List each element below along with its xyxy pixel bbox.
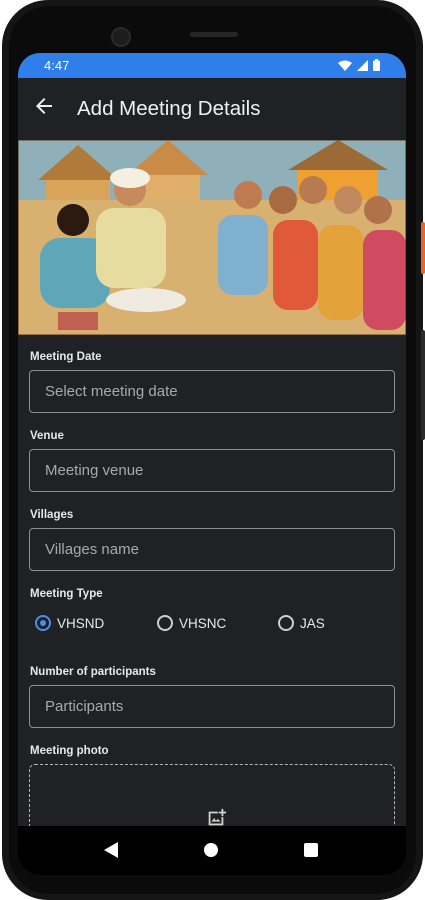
radio-jas[interactable]: JAS xyxy=(278,615,325,631)
volume-button xyxy=(421,330,425,440)
villages-field[interactable] xyxy=(29,528,395,571)
status-time: 4:47 xyxy=(44,58,70,73)
recents-square-icon[interactable] xyxy=(304,843,318,857)
venue-field[interactable] xyxy=(29,449,395,492)
signal-icon xyxy=(357,59,368,71)
radio-vhsnc[interactable]: VHSNC xyxy=(157,615,226,631)
radio-button-jas[interactable] xyxy=(278,615,294,631)
meeting-photo-label: Meeting photo xyxy=(30,745,109,757)
power-button xyxy=(421,222,425,274)
participants-input[interactable] xyxy=(30,686,394,727)
meeting-type-radio-group: VHSND VHSNC JAS xyxy=(18,615,406,639)
villages-input[interactable] xyxy=(30,529,394,570)
participants-field[interactable] xyxy=(29,685,395,728)
app-screen: 4:47 Add Meeting Details Meeting Date Se… xyxy=(18,53,406,875)
radio-button-vhsnc[interactable] xyxy=(157,615,173,631)
battery-icon xyxy=(373,59,380,71)
meeting-date-field[interactable] xyxy=(29,370,395,413)
meeting-date-input[interactable] xyxy=(30,371,394,412)
participants-label: Number of participants xyxy=(30,666,156,678)
venue-label: Venue xyxy=(30,430,64,442)
venue-input[interactable] xyxy=(30,450,394,491)
app-bar: Add Meeting Details xyxy=(18,78,406,138)
radio-label-vhsnc: VHSNC xyxy=(179,615,227,631)
wifi-icon xyxy=(338,60,352,71)
front-camera xyxy=(111,27,131,47)
villages-label: Villages xyxy=(30,509,74,521)
arrow-back-icon[interactable] xyxy=(32,94,56,118)
meeting-date-label: Meeting Date xyxy=(30,351,102,363)
meeting-type-label: Meeting Type xyxy=(30,588,103,600)
radio-vhsnd[interactable]: VHSND xyxy=(35,615,104,631)
page-title: Add Meeting Details xyxy=(77,97,261,120)
home-circle-icon[interactable] xyxy=(204,843,218,857)
village-meeting-illustration xyxy=(18,140,406,335)
back-triangle-icon[interactable] xyxy=(104,842,118,858)
radio-button-vhsnd[interactable] xyxy=(35,615,51,631)
earpiece-speaker xyxy=(190,32,238,37)
radio-label-vhsnd: VHSND xyxy=(57,615,105,631)
radio-label-jas: JAS xyxy=(300,615,325,631)
status-bar: 4:47 xyxy=(18,53,406,78)
system-nav-bar xyxy=(18,826,406,875)
